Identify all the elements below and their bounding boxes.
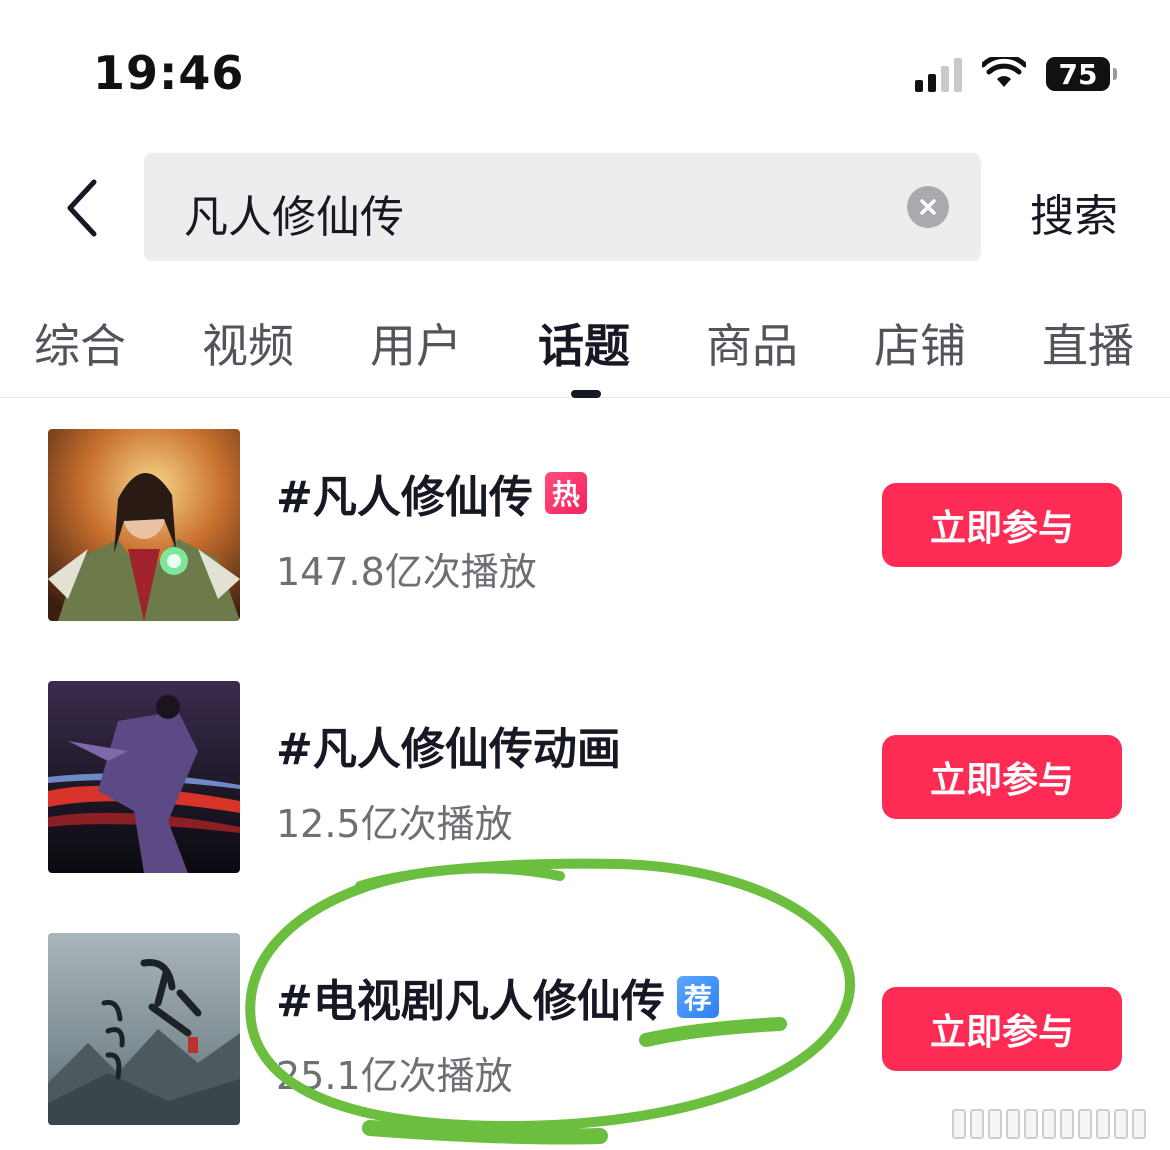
back-arrow-icon	[67, 179, 97, 237]
tab-products[interactable]: 商品	[706, 310, 798, 376]
topic-title: #凡人修仙传动画	[276, 724, 621, 775]
tab-videos[interactable]: 视频	[202, 310, 294, 376]
search-input[interactable]: 凡人修仙传	[144, 153, 981, 261]
cellular-signal-icon	[915, 56, 962, 92]
clear-button[interactable]	[907, 186, 949, 228]
join-button[interactable]: 立即参与	[882, 987, 1122, 1071]
tab-stores[interactable]: 店铺	[874, 310, 966, 376]
search-query: 凡人修仙传	[184, 192, 404, 243]
play-count: 147.8亿次播放	[276, 550, 537, 594]
hot-badge: 热	[544, 472, 587, 514]
join-button[interactable]: 立即参与	[882, 735, 1122, 819]
tab-bar: 综合 视频 用户 话题 商品 店铺 直播	[0, 310, 1170, 398]
battery-icon: 75	[1046, 57, 1117, 91]
topic-row[interactable]: #电视剧凡人修仙传 荐 25.1亿次播放 立即参与	[0, 933, 1170, 1127]
tab-users[interactable]: 用户	[370, 310, 462, 376]
watermark	[952, 1104, 1162, 1144]
tab-topics[interactable]: 话题	[538, 310, 630, 376]
topic-title-line: #凡人修仙传动画	[276, 713, 621, 777]
topic-thumbnail	[48, 933, 240, 1125]
topic-thumbnail	[48, 681, 240, 873]
topic-title-line: #电视剧凡人修仙传 荐	[276, 965, 719, 1029]
play-count: 12.5亿次播放	[276, 802, 513, 846]
topic-title-line: #凡人修仙传 热	[276, 461, 587, 525]
wifi-icon	[982, 57, 1026, 87]
topic-row[interactable]: #凡人修仙传动画 12.5亿次播放 立即参与	[0, 681, 1170, 875]
topic-title: #电视剧凡人修仙传	[276, 976, 665, 1027]
search-button[interactable]: 搜索	[1030, 180, 1118, 244]
back-button[interactable]	[52, 172, 112, 244]
tab-all[interactable]: 综合	[34, 310, 126, 376]
status-icons: 75	[915, 52, 1117, 96]
status-time: 19:46	[93, 46, 245, 100]
join-button[interactable]: 立即参与	[882, 483, 1122, 567]
tab-live[interactable]: 直播	[1042, 310, 1134, 376]
active-tab-indicator	[571, 390, 601, 398]
recommended-badge: 荐	[676, 976, 719, 1018]
topic-row[interactable]: #凡人修仙传 热 147.8亿次播放 立即参与	[0, 429, 1170, 623]
play-count: 25.1亿次播放	[276, 1054, 513, 1098]
topic-title: #凡人修仙传	[276, 472, 533, 523]
battery-level: 75	[1058, 57, 1098, 91]
clear-icon	[920, 199, 936, 215]
topic-thumbnail	[48, 429, 240, 621]
